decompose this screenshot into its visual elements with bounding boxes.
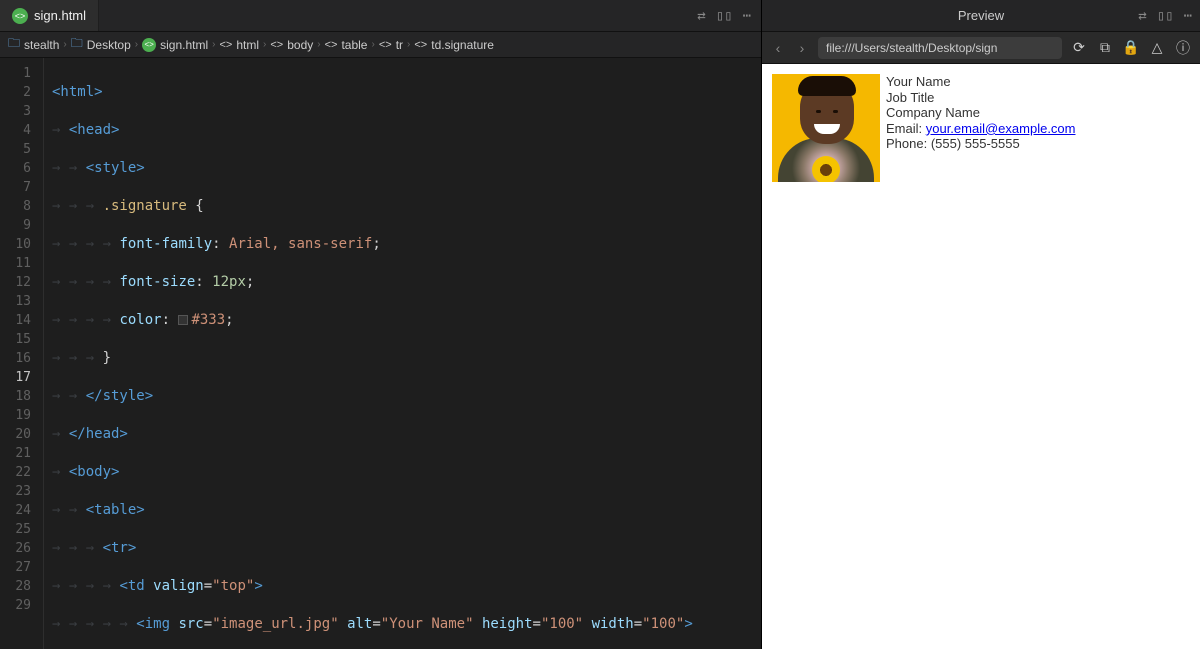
breadcrumb-separator: › bbox=[371, 39, 374, 50]
code-editor[interactable]: 1234567891011121314151617181920212223242… bbox=[0, 58, 761, 649]
nav-back-icon[interactable]: ‹ bbox=[770, 40, 786, 56]
preview-tab-actions: ⇄ ▯▯ ⋯ bbox=[1138, 8, 1192, 24]
breadcrumb-item[interactable]: 🗀 Desktop bbox=[71, 34, 131, 55]
editor-tab-label: sign.html bbox=[34, 8, 86, 23]
signature-image bbox=[772, 74, 880, 182]
nav-forward-icon[interactable]: › bbox=[794, 40, 810, 56]
signature-title: Job Title bbox=[886, 90, 1076, 106]
preview-toolbar: ‹ › file:///Users/stealth/Desktop/sign ⟳… bbox=[762, 32, 1200, 64]
open-external-icon[interactable]: ⧉ bbox=[1096, 39, 1114, 56]
compare-changes-icon[interactable]: ⇄ bbox=[1138, 8, 1146, 24]
breadcrumb-label: table bbox=[341, 38, 367, 52]
editor-tab[interactable]: <> sign.html bbox=[0, 0, 99, 31]
html-file-icon: <> bbox=[12, 8, 28, 24]
tag-icon: <> bbox=[219, 39, 232, 51]
breadcrumb-label: td.signature bbox=[431, 38, 494, 52]
editor-tab-actions: ⇄ ▯▯ ⋯ bbox=[697, 8, 761, 24]
breadcrumb-separator: › bbox=[135, 39, 138, 50]
breadcrumbs: 🗀 stealth › 🗀 Desktop › <> sign.html › <> ht… bbox=[0, 32, 761, 58]
url-bar[interactable]: file:///Users/stealth/Desktop/sign bbox=[818, 37, 1062, 59]
signature-info: Your Name Job Title Company Name Email: … bbox=[886, 74, 1076, 182]
tag-icon: <> bbox=[414, 39, 427, 51]
breadcrumb-label: Desktop bbox=[87, 38, 131, 52]
preview-pane: Preview ⇄ ▯▯ ⋯ ‹ › file:///Users/stealth… bbox=[762, 0, 1200, 649]
phone-value: (555) 555-5555 bbox=[931, 136, 1020, 151]
editor-tab-bar: <> sign.html ⇄ ▯▯ ⋯ bbox=[0, 0, 761, 32]
code-content[interactable]: <html> → <head> → → <style> → → → .signa… bbox=[44, 58, 761, 649]
breadcrumb-label: body bbox=[287, 38, 313, 52]
more-icon[interactable]: ⋯ bbox=[1184, 8, 1192, 24]
breadcrumb-item[interactable]: <> html bbox=[219, 38, 259, 52]
signature-email-line: Email: your.email@example.com bbox=[886, 121, 1076, 137]
breadcrumb-item[interactable]: <> body bbox=[270, 38, 313, 52]
breadcrumb-item[interactable]: <> tr bbox=[379, 38, 403, 52]
editor-pane: <> sign.html ⇄ ▯▯ ⋯ 🗀 stealth › 🗀 Desktop … bbox=[0, 0, 762, 649]
compare-changes-icon[interactable]: ⇄ bbox=[697, 8, 705, 24]
breadcrumb-item[interactable]: <> td.signature bbox=[414, 38, 494, 52]
tag-icon: <> bbox=[325, 39, 338, 51]
signature-phone-line: Phone: (555) 555-5555 bbox=[886, 136, 1076, 152]
breadcrumb-separator: › bbox=[317, 39, 320, 50]
devtools-icon[interactable]: △ bbox=[1148, 39, 1166, 56]
info-icon[interactable]: ⓘ bbox=[1174, 38, 1192, 58]
phone-label: Phone: bbox=[886, 136, 931, 151]
signature-preview: Your Name Job Title Company Name Email: … bbox=[772, 74, 1190, 182]
signature-company: Company Name bbox=[886, 105, 1076, 121]
breadcrumb-label: stealth bbox=[24, 38, 59, 52]
breadcrumb-item[interactable]: 🗀 stealth bbox=[8, 34, 59, 55]
preview-tab-bar: Preview ⇄ ▯▯ ⋯ bbox=[762, 0, 1200, 32]
tag-icon: <> bbox=[270, 39, 283, 51]
more-icon[interactable]: ⋯ bbox=[743, 8, 751, 24]
folder-icon: 🗀 bbox=[71, 34, 83, 55]
breadcrumb-item[interactable]: <>table bbox=[325, 38, 368, 52]
breadcrumb-separator: › bbox=[263, 39, 266, 50]
lock-icon[interactable]: 🔒 bbox=[1122, 39, 1140, 56]
split-editor-icon[interactable]: ▯▯ bbox=[1157, 8, 1174, 24]
breadcrumb-label: sign.html bbox=[160, 38, 208, 52]
line-number-gutter: 1234567891011121314151617181920212223242… bbox=[0, 58, 44, 649]
breadcrumb-separator: › bbox=[63, 39, 66, 50]
breadcrumb-label: html bbox=[236, 38, 259, 52]
email-label: Email: bbox=[886, 121, 926, 136]
split-editor-icon[interactable]: ▯▯ bbox=[716, 8, 733, 24]
preview-tab-label[interactable]: Preview bbox=[958, 8, 1004, 23]
tag-icon: <> bbox=[379, 39, 392, 51]
url-text: file:///Users/stealth/Desktop/sign bbox=[826, 41, 997, 55]
reload-icon[interactable]: ⟳ bbox=[1070, 39, 1088, 56]
signature-email-link[interactable]: your.email@example.com bbox=[926, 121, 1076, 136]
breadcrumb-separator: › bbox=[407, 39, 410, 50]
breadcrumb-item[interactable]: <> sign.html bbox=[142, 38, 208, 52]
preview-body: Your Name Job Title Company Name Email: … bbox=[762, 64, 1200, 649]
signature-name: Your Name bbox=[886, 74, 1076, 90]
folder-icon: 🗀 bbox=[8, 34, 20, 55]
breadcrumb-label: tr bbox=[396, 38, 403, 52]
html-file-icon: <> bbox=[142, 38, 156, 52]
breadcrumb-separator: › bbox=[212, 39, 215, 50]
